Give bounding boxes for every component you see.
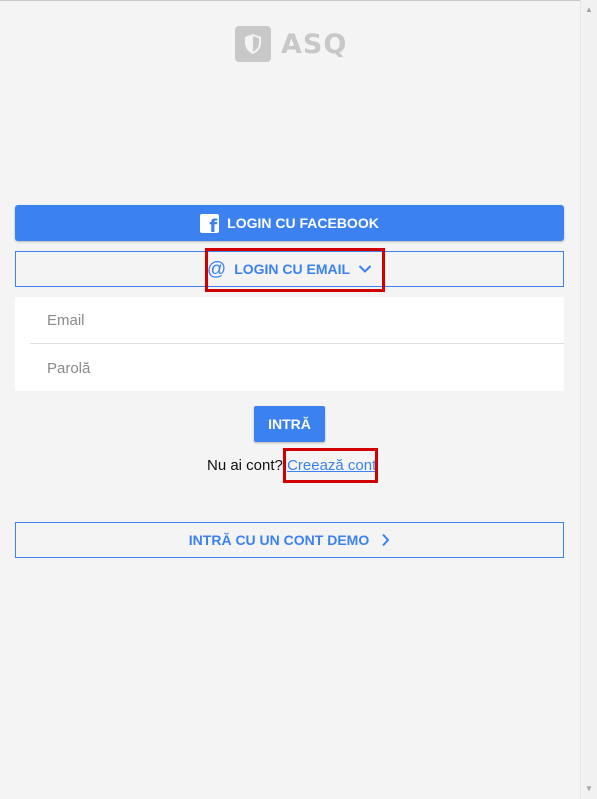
- demo-login-label: INTRĂ CU UN CONT DEMO: [188, 532, 370, 548]
- at-sign-icon: @: [206, 258, 227, 280]
- facebook-icon: f: [200, 213, 220, 233]
- signup-prompt: Nu ai cont? Creează cont: [207, 457, 376, 477]
- signup-prompt-text: Nu ai cont?: [207, 457, 283, 474]
- email-login-label: LOGIN CU EMAIL: [234, 261, 351, 277]
- app-logo: ASQ: [235, 26, 347, 62]
- chevron-down-icon: [358, 264, 372, 274]
- facebook-login-label: LOGIN CU FACEBOOK: [227, 215, 379, 231]
- scroll-down-icon[interactable]: ▼: [581, 781, 597, 797]
- password-field[interactable]: [30, 345, 564, 391]
- window-top-border: [0, 0, 597, 1]
- scroll-up-icon[interactable]: ▲: [581, 2, 597, 18]
- submit-button[interactable]: INTRĂ: [254, 406, 325, 442]
- email-field[interactable]: [30, 298, 564, 344]
- login-form: [15, 297, 564, 391]
- facebook-login-button[interactable]: f LOGIN CU FACEBOOK: [15, 205, 564, 241]
- logo-text: ASQ: [281, 28, 348, 60]
- chevron-right-icon: [381, 533, 390, 547]
- vertical-scrollbar[interactable]: ▲ ▼: [580, 0, 597, 799]
- shield-icon: [235, 26, 271, 62]
- demo-login-button[interactable]: INTRĂ CU UN CONT DEMO: [15, 522, 564, 558]
- email-login-toggle[interactable]: @ LOGIN CU EMAIL: [15, 251, 564, 287]
- create-account-link[interactable]: Creează cont: [287, 457, 376, 474]
